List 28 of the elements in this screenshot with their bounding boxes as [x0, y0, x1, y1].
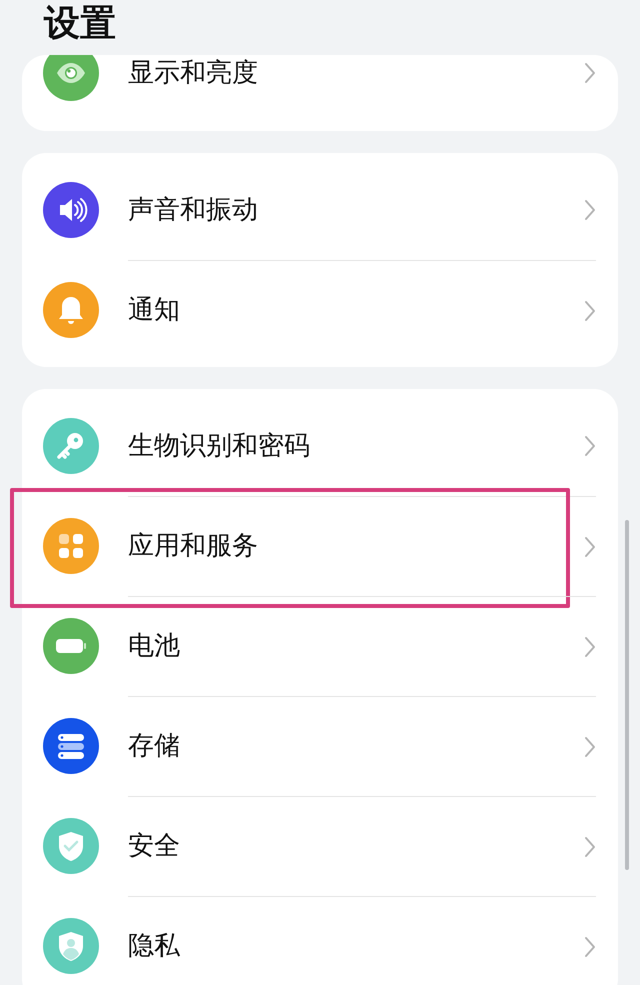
chevron-icon [584, 435, 596, 457]
item-label: 存储 [128, 730, 180, 763]
item-label: 显示和亮度 [128, 56, 258, 90]
chevron-icon [584, 536, 596, 558]
item-label: 通知 [128, 294, 180, 327]
chevron-icon [584, 736, 596, 758]
item-label: 应用和服务 [128, 530, 258, 563]
settings-item[interactable]: 通知 [22, 260, 618, 360]
settings-item[interactable]: 隐私 [22, 896, 618, 985]
settings-item[interactable]: 电池 [22, 596, 618, 696]
chevron-icon [584, 62, 596, 84]
settings-item[interactable]: 存储 [22, 696, 618, 796]
chevron-icon [584, 636, 596, 658]
page-title: 设置 [44, 2, 116, 42]
settings-item[interactable]: 应用和服务 [22, 496, 618, 596]
settings-item[interactable]: 安全 [22, 796, 618, 896]
settings-item[interactable]: 声音和振动 [22, 160, 618, 260]
chevron-icon [584, 836, 596, 858]
item-label: 隐私 [128, 930, 180, 963]
item-label: 安全 [128, 830, 180, 863]
settings-item[interactable]: 显示和亮度 [22, 55, 618, 123]
settings-item[interactable]: 生物识别和密码 [22, 396, 618, 496]
item-label: 声音和振动 [128, 194, 258, 226]
chevron-icon [584, 300, 596, 322]
chevron-icon [584, 199, 596, 221]
chevron-icon [584, 936, 596, 958]
item-label: 生物识别和密码 [128, 430, 310, 462]
item-label: 电池 [128, 630, 180, 663]
